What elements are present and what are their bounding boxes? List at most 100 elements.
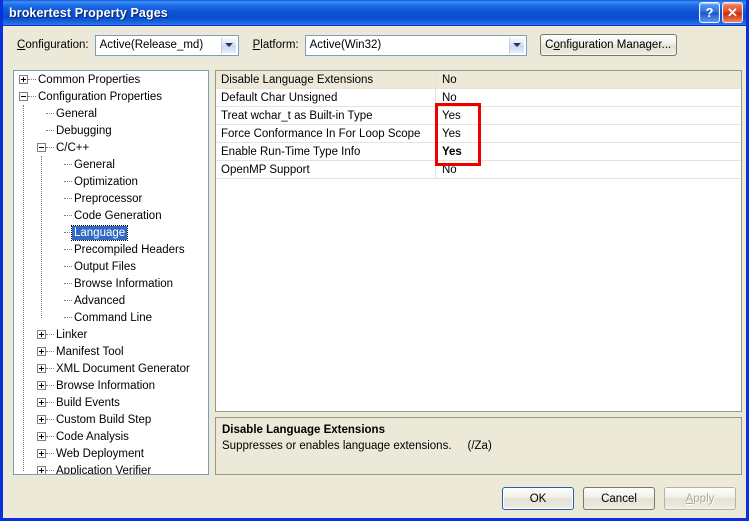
title-bar[interactable]: brokertest Property Pages ? ✕	[3, 0, 746, 26]
tree-item-manifest-tool[interactable]: Manifest Tool	[14, 343, 208, 360]
property-name: Enable Run-Time Type Info	[221, 145, 361, 158]
expand-icon[interactable]	[37, 381, 46, 390]
property-value[interactable]: No	[436, 74, 741, 86]
property-value[interactable]: No	[436, 164, 741, 176]
tree-item-xml-document-generator[interactable]: XML Document Generator	[14, 360, 208, 377]
expand-icon[interactable]	[37, 347, 46, 356]
tree-item-custom-build-step[interactable]: Custom Build Step	[14, 411, 208, 428]
tree-item-browse-information[interactable]: Browse Information	[14, 275, 208, 292]
tree-item-configuration-properties[interactable]: Configuration Properties	[14, 88, 208, 105]
tree-item-label: Browse Information	[56, 379, 156, 392]
expand-icon[interactable]	[37, 432, 46, 441]
tree-item-label: Language	[70, 224, 129, 241]
property-row[interactable]: Force Conformance In For Loop Scope Yes	[216, 125, 741, 143]
tree-connector-line	[46, 435, 54, 438]
tree-item-label: Output Files	[74, 260, 136, 273]
property-row[interactable]: Treat wchar_t as Built-in Type Yes	[216, 107, 741, 125]
tree-item-general[interactable]: General	[14, 105, 208, 122]
tree-connector-line	[46, 112, 54, 115]
collapse-icon[interactable]	[37, 143, 46, 152]
tree-connector-line	[64, 163, 72, 166]
tree-item-label: Build Events	[56, 396, 120, 409]
apply-button: Apply	[664, 487, 736, 510]
description-title: Disable Language Extensions	[222, 424, 385, 436]
property-row[interactable]: OpenMP Support No	[216, 161, 741, 179]
platform-label: Platform:	[252, 39, 299, 51]
tree-item-label: Command Line	[74, 311, 152, 324]
expand-icon[interactable]	[37, 330, 46, 339]
tree-connector-line	[46, 333, 54, 336]
ok-button[interactable]: OK	[502, 487, 574, 510]
tree-connector-line	[64, 197, 72, 200]
window-title: brokertest Property Pages	[9, 5, 168, 20]
tree-item-label: Debugging	[56, 124, 112, 137]
tree-item-preprocessor[interactable]: Preprocessor	[14, 190, 208, 207]
tree-connector-line	[46, 129, 54, 132]
tree-connector-line	[46, 418, 54, 421]
tree-item-label: General	[74, 158, 115, 171]
tree-item-debugging[interactable]: Debugging	[14, 122, 208, 139]
tree-item-advanced[interactable]: Advanced	[14, 292, 208, 309]
expand-icon[interactable]	[37, 398, 46, 407]
tree-item-output-files[interactable]: Output Files	[14, 258, 208, 275]
property-row[interactable]: Disable Language Extensions No	[216, 71, 741, 89]
expand-icon[interactable]	[37, 364, 46, 373]
tree-item-label: Configuration Properties	[38, 90, 163, 103]
expand-icon[interactable]	[37, 449, 46, 458]
property-value[interactable]: Yes	[436, 110, 741, 122]
expand-icon[interactable]	[19, 75, 28, 84]
chevron-down-icon[interactable]	[508, 36, 525, 54]
tree-item-precompiled-headers[interactable]: Precompiled Headers	[14, 241, 208, 258]
expand-icon[interactable]	[37, 466, 46, 474]
property-value[interactable]: Yes	[436, 146, 741, 158]
tree-item-linker[interactable]: Linker	[14, 326, 208, 343]
tree-item-application-verifier[interactable]: Application Verifier	[14, 462, 208, 475]
tree-connector-line	[46, 469, 54, 472]
tree-connector-line	[46, 146, 54, 149]
tree-item-general[interactable]: General	[14, 156, 208, 173]
configuration-dropdown[interactable]: Active(Release_md)	[94, 34, 239, 56]
tree-item-optimization[interactable]: Optimization	[14, 173, 208, 190]
property-value[interactable]: No	[436, 92, 741, 104]
tree-connector-line	[28, 78, 36, 81]
tree-item-build-events[interactable]: Build Events	[14, 394, 208, 411]
tree-item-language[interactable]: Language	[14, 224, 208, 241]
tree-item-label: Application Verifier	[56, 464, 152, 475]
expand-icon[interactable]	[37, 415, 46, 424]
tree-connector-line	[64, 248, 72, 251]
collapse-icon[interactable]	[19, 92, 28, 101]
tree-connector-line	[28, 95, 36, 98]
tree-item-label: Precompiled Headers	[74, 243, 185, 256]
tree-item-code-analysis[interactable]: Code Analysis	[14, 428, 208, 445]
tree-item-browse-information[interactable]: Browse Information	[14, 377, 208, 394]
dialog-buttons: OK Cancel Apply	[502, 487, 736, 510]
property-name: Disable Language Extensions	[221, 73, 374, 86]
tree-item-common-properties[interactable]: Common Properties	[14, 71, 208, 88]
cancel-button[interactable]: Cancel	[583, 487, 655, 510]
tree-connector-line	[64, 265, 72, 268]
tree-item-web-deployment[interactable]: Web Deployment	[14, 445, 208, 462]
property-name: Default Char Unsigned	[221, 91, 338, 104]
tree-item-label: Custom Build Step	[56, 413, 152, 426]
property-row[interactable]: Enable Run-Time Type Info Yes	[216, 143, 741, 161]
apply-label: Apply	[685, 492, 715, 505]
property-value[interactable]: Yes	[436, 128, 741, 140]
platform-value: Active(Win32)	[309, 39, 382, 51]
configuration-manager-button[interactable]: Configuration Manager...	[539, 34, 677, 56]
close-icon[interactable]: ✕	[722, 2, 743, 23]
tree-connector-line	[64, 316, 72, 319]
property-row[interactable]: Default Char Unsigned No	[216, 89, 741, 107]
properties-tree[interactable]: Common Properties Configuration Propertie…	[13, 70, 209, 475]
tree-connector-line	[46, 384, 54, 387]
tree-item-label: Code Generation	[74, 209, 162, 222]
tree-item-label: Common Properties	[38, 73, 141, 86]
tree-item-c-c[interactable]: C/C++	[14, 139, 208, 156]
help-icon[interactable]: ?	[699, 2, 720, 23]
tree-item-code-generation[interactable]: Code Generation	[14, 207, 208, 224]
tree-item-command-line[interactable]: Command Line	[14, 309, 208, 326]
platform-dropdown[interactable]: Active(Win32)	[304, 34, 527, 56]
configuration-manager-label: Configuration Manager...	[545, 39, 672, 51]
chevron-down-icon[interactable]	[220, 36, 237, 54]
tree-item-label: C/C++	[56, 141, 90, 154]
property-grid[interactable]: Disable Language Extensions No Default Cha…	[215, 70, 742, 412]
